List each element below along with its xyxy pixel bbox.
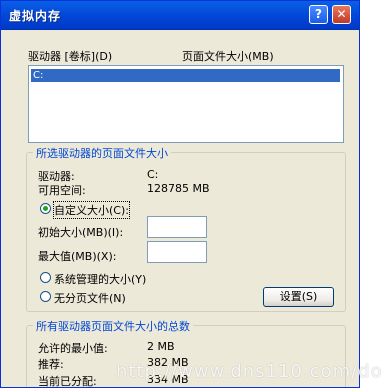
recommended-label: 推荐: [38, 358, 64, 371]
custom-size-label[interactable]: 自定义大小(C): [53, 201, 130, 219]
free-space-value: 128785 MB [147, 182, 210, 195]
currently-allocated-label: 当前已分配: [38, 375, 97, 388]
help-button[interactable]: ? [309, 5, 328, 24]
initial-size-label: 初始大小(MB)(I): [38, 226, 124, 239]
max-size-label: 最大值(MB)(X): [38, 250, 117, 263]
initial-size-input[interactable] [147, 216, 207, 238]
set-button[interactable]: 设置(S) [263, 287, 334, 307]
system-managed-radio[interactable] [40, 272, 51, 283]
no-paging-file-radio[interactable] [40, 291, 51, 302]
max-size-input[interactable] [147, 241, 207, 263]
custom-size-radio[interactable] [40, 203, 51, 214]
drive-value: C: [147, 168, 159, 181]
no-paging-file-label[interactable]: 无分页文件(N) [54, 290, 126, 306]
all-drives-legend: 所有驱动器页面文件大小的总数 [33, 318, 193, 334]
watermark-text: http://www.dns110.com/do [116, 361, 383, 382]
drive-list-item[interactable]: C: [31, 69, 340, 82]
min-allowed-label: 允许的最小值: [38, 342, 108, 355]
virtual-memory-dialog: 虚拟内存 ? ✕ 驱动器 [卷标](D) 页面文件大小(MB) C: 所选驱动器… [0, 0, 360, 388]
drive-column-header: 驱动器 [卷标](D) [28, 50, 113, 63]
free-space-label: 可用空间: [38, 184, 86, 197]
close-button[interactable]: ✕ [332, 5, 351, 24]
min-allowed-value: 2 MB [147, 340, 175, 353]
selected-drive-legend: 所选驱动器的页面文件大小 [33, 145, 171, 161]
window-title: 虚拟内存 [9, 9, 62, 23]
pagefile-size-column-header: 页面文件大小(MB) [182, 50, 274, 63]
title-bar[interactable]: 虚拟内存 ? ✕ [1, 1, 359, 30]
drive-list[interactable]: C: [28, 65, 344, 143]
system-managed-label[interactable]: 系统管理的大小(Y) [54, 271, 146, 287]
